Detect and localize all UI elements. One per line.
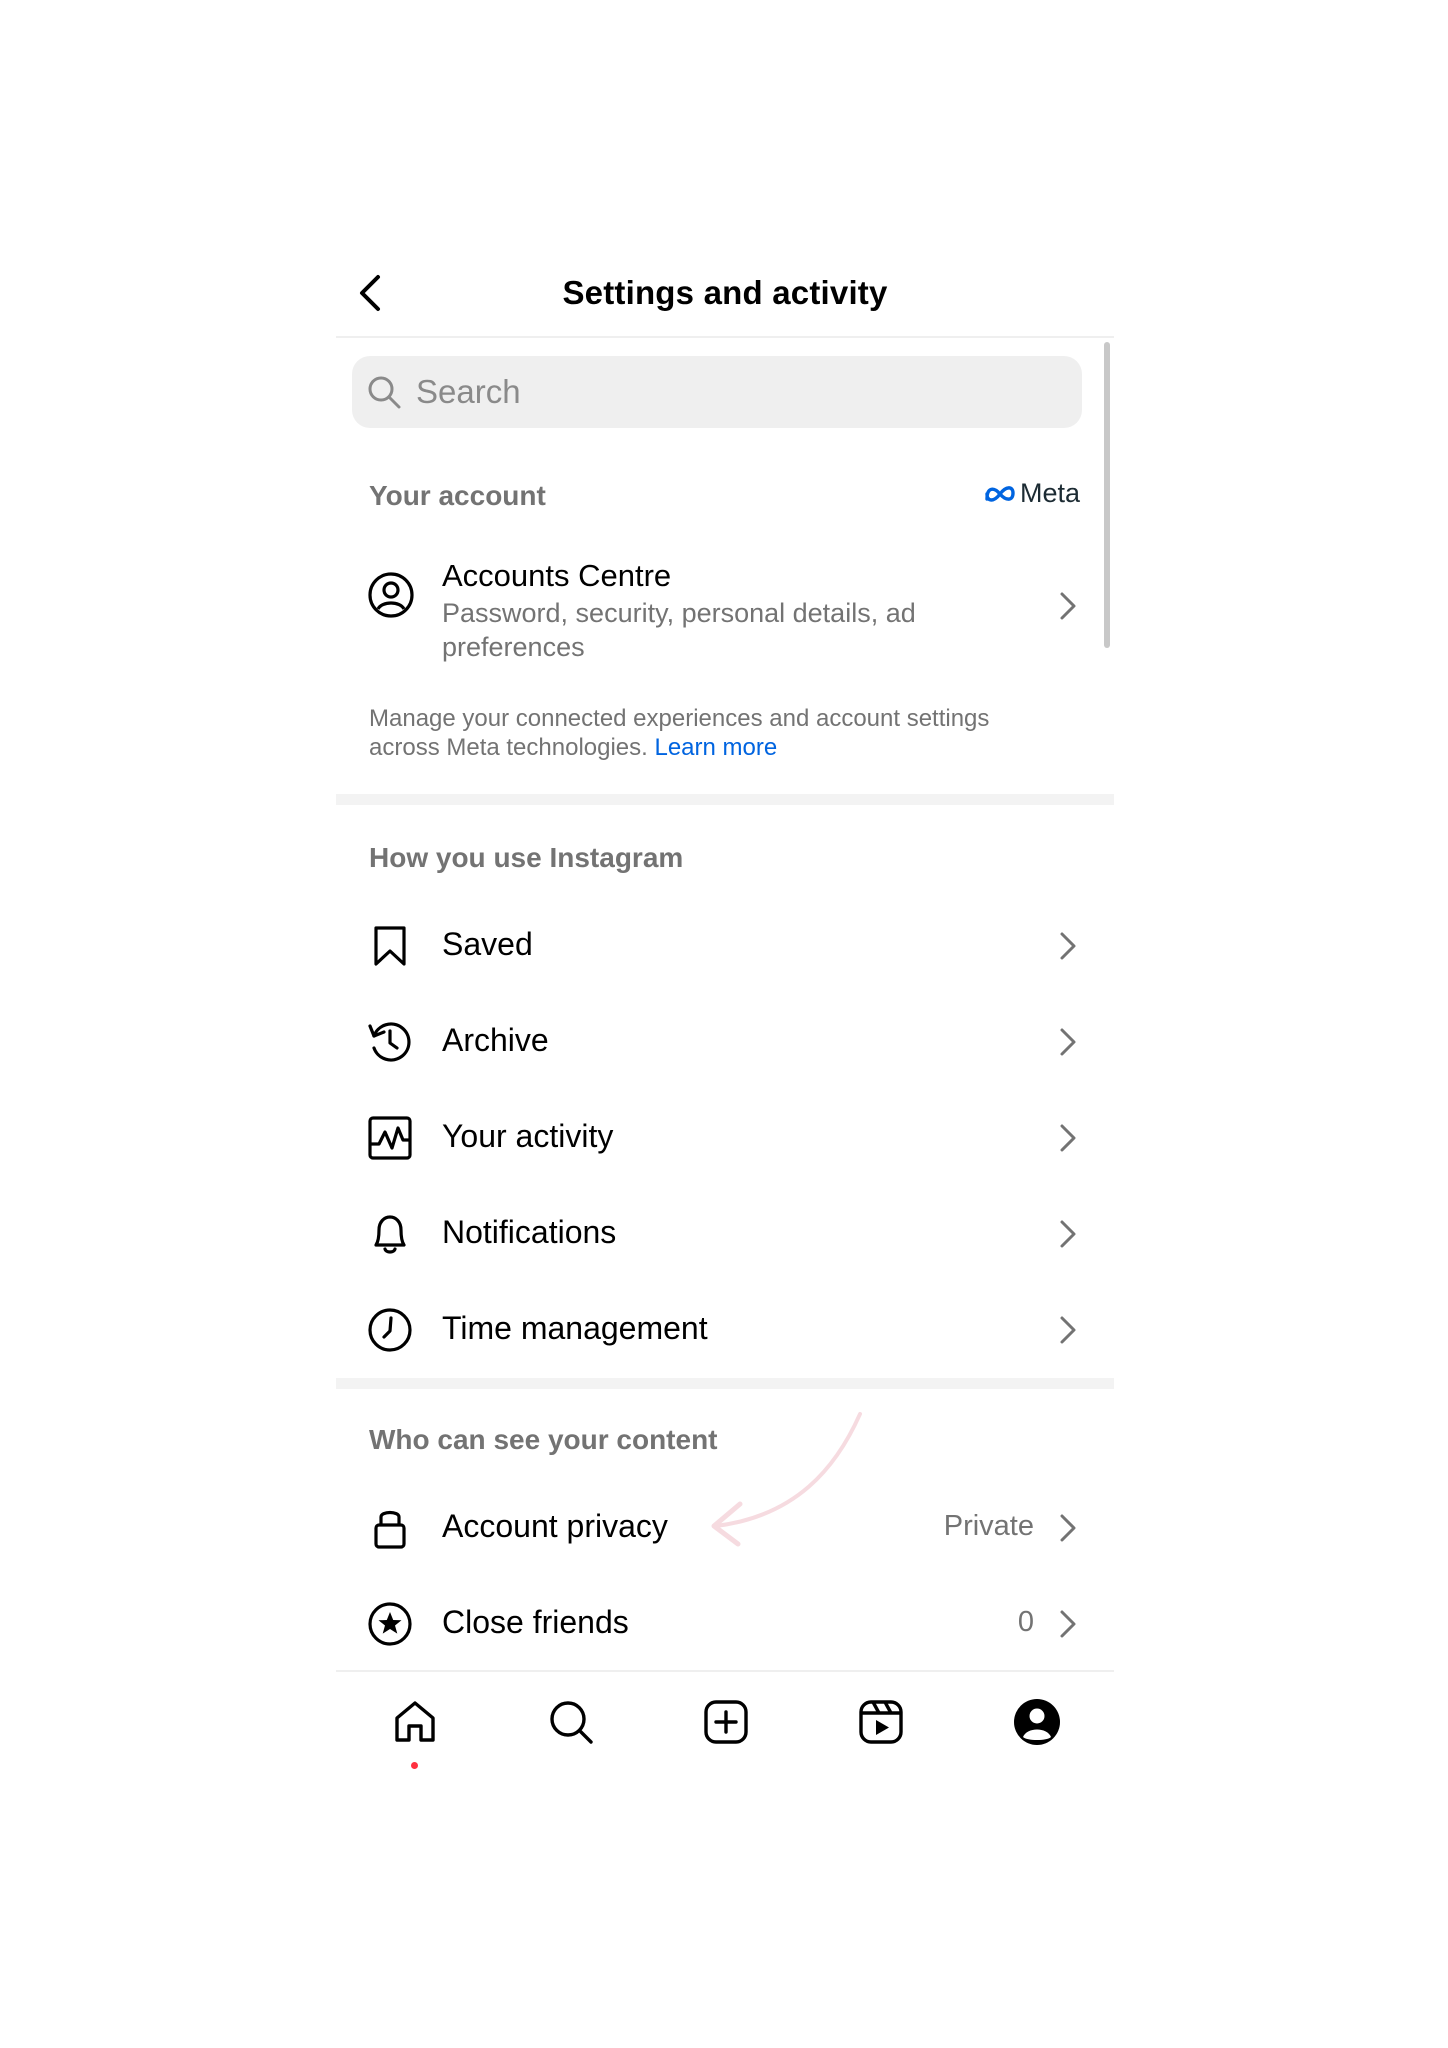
account-circle-icon xyxy=(368,572,414,618)
row-time-management[interactable]: Time management xyxy=(336,1282,1114,1378)
row-close-friends[interactable]: Close friends 0 xyxy=(336,1576,1114,1672)
learn-more-link[interactable]: Learn more xyxy=(654,734,777,761)
row-label: Close friends xyxy=(442,1604,629,1640)
search-bar[interactable] xyxy=(352,356,1082,428)
close-friends-count: 0 xyxy=(1017,1606,1034,1638)
tab-search[interactable] xyxy=(543,1694,599,1750)
bookmark-icon xyxy=(374,926,406,966)
section-title-how-you-use: How you use Instagram xyxy=(369,842,684,873)
accounts-centre-row[interactable]: Accounts Centre Password, security, pers… xyxy=(336,554,1114,664)
chevron-right-icon xyxy=(1060,1316,1076,1344)
row-label: Archive xyxy=(442,1022,549,1058)
page-title: Settings and activity xyxy=(562,274,888,311)
accounts-centre-subtitle: Password, security, personal details, ad… xyxy=(442,598,916,662)
chevron-right-icon xyxy=(1060,932,1076,960)
account-privacy-value: Private xyxy=(943,1510,1034,1542)
home-notification-dot xyxy=(411,1762,418,1769)
clock-icon xyxy=(368,1308,412,1352)
row-label: Time management xyxy=(442,1310,708,1346)
tab-home[interactable] xyxy=(387,1694,443,1750)
accounts-centre-note: Manage your connected experiences and ac… xyxy=(369,704,1059,762)
section-divider xyxy=(336,1378,1114,1389)
tab-create[interactable] xyxy=(698,1694,754,1750)
row-notifications[interactable]: Notifications xyxy=(336,1186,1114,1282)
row-saved[interactable]: Saved xyxy=(336,898,1114,994)
row-your-activity[interactable]: Your activity xyxy=(336,1090,1114,1186)
bell-icon xyxy=(374,1215,406,1254)
settings-screen: Settings and activity Your account Meta … xyxy=(336,250,1114,1780)
accounts-centre-title: Accounts Centre xyxy=(442,558,672,593)
tab-reels[interactable] xyxy=(853,1694,909,1750)
top-bar: Settings and activity xyxy=(336,250,1114,338)
row-archive[interactable]: Archive xyxy=(336,994,1114,1090)
row-label: Notifications xyxy=(442,1214,617,1250)
tab-profile[interactable] xyxy=(1009,1694,1065,1750)
meta-infinity-icon xyxy=(985,485,1015,502)
lock-icon xyxy=(374,1510,406,1549)
meta-brand-text: Meta xyxy=(1020,478,1081,508)
activity-icon xyxy=(368,1116,412,1160)
row-label: Saved xyxy=(442,926,533,962)
meta-logo: Meta xyxy=(984,478,1080,509)
reels-icon xyxy=(859,1700,903,1744)
row-label: Account privacy xyxy=(442,1508,668,1544)
search-icon xyxy=(550,1701,593,1744)
chevron-right-icon xyxy=(1060,1124,1076,1152)
row-label: Your activity xyxy=(442,1118,614,1154)
section-title-your-account: Your account xyxy=(369,480,546,511)
search-icon xyxy=(368,376,401,409)
chevron-right-icon xyxy=(1060,1220,1076,1248)
chevron-right-icon xyxy=(1060,1028,1076,1056)
bottom-tab-bar xyxy=(336,1670,1114,1782)
section-title-who-can-see: Who can see your content xyxy=(369,1424,718,1455)
row-account-privacy[interactable]: Account privacy Private xyxy=(336,1480,1114,1576)
star-icon xyxy=(368,1602,412,1646)
profile-icon xyxy=(1014,1699,1060,1745)
chevron-right-icon xyxy=(1060,592,1076,620)
chevron-right-icon xyxy=(1060,1514,1076,1542)
create-icon xyxy=(704,1700,748,1744)
home-icon xyxy=(395,1701,435,1742)
section-divider xyxy=(336,794,1114,805)
search-input[interactable] xyxy=(414,372,1018,412)
chevron-right-icon xyxy=(1060,1610,1076,1638)
archive-icon xyxy=(368,1022,411,1062)
